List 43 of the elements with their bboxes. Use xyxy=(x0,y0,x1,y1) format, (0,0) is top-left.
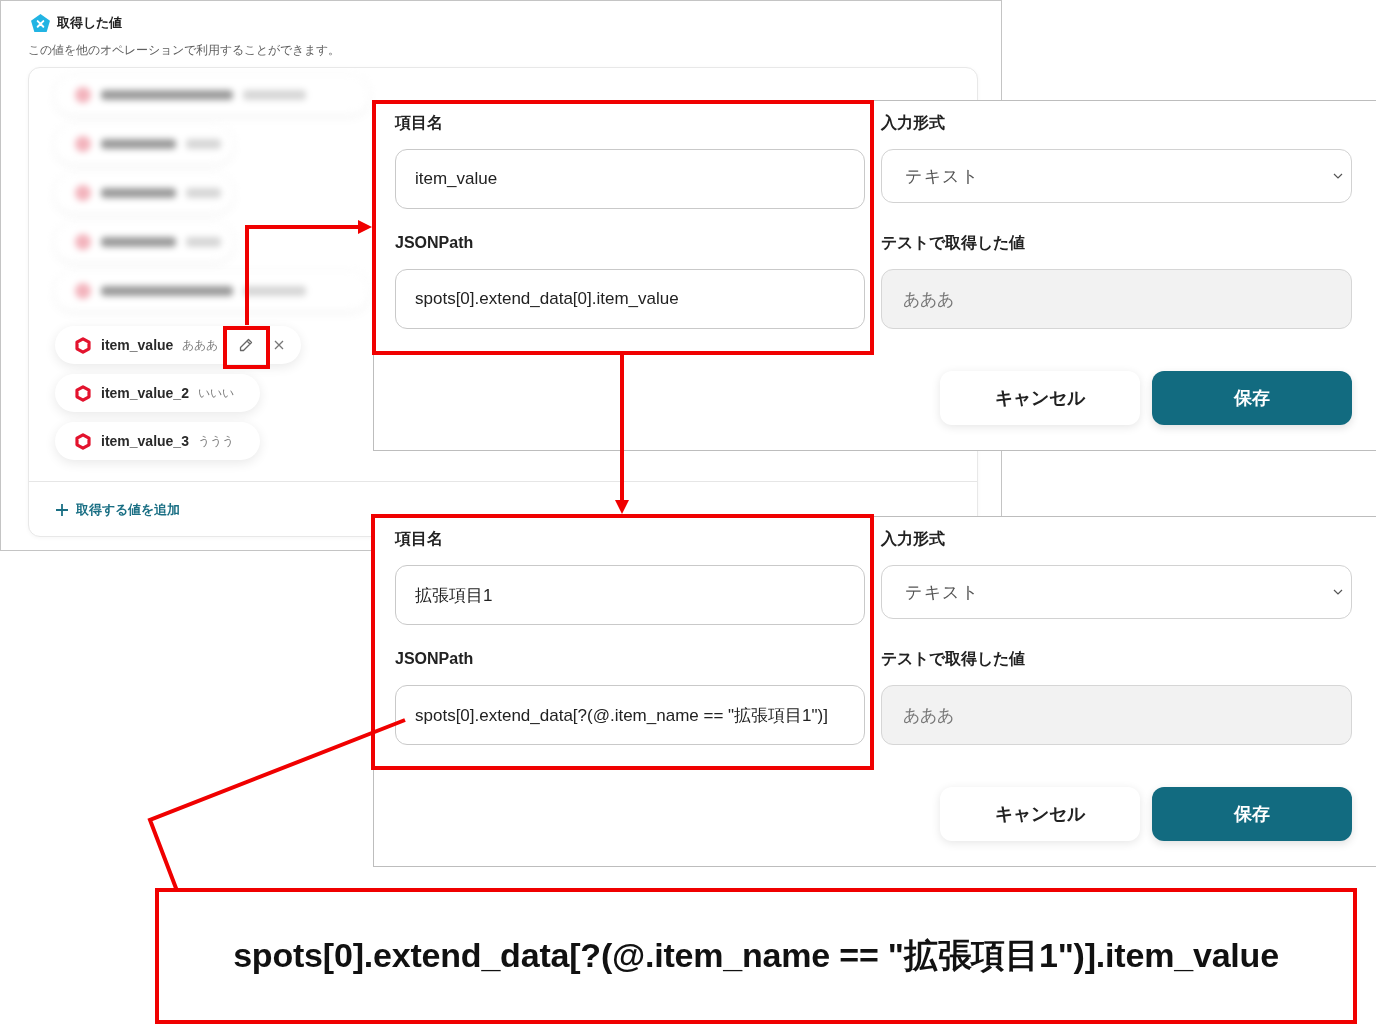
field-label: 入力形式 xyxy=(881,529,945,549)
field-label: JSONPath xyxy=(395,233,474,253)
item-name-field[interactable]: 拡張項目1 xyxy=(395,565,865,625)
cancel-button[interactable]: キャンセル xyxy=(940,787,1140,841)
field-label: 項目名 xyxy=(395,113,443,133)
save-button[interactable]: 保存 xyxy=(1152,787,1352,841)
pencil-icon[interactable] xyxy=(239,338,254,352)
cancel-button[interactable]: キャンセル xyxy=(940,371,1140,425)
hexagon-icon xyxy=(75,336,91,354)
add-value-button[interactable]: 取得する値を追加 xyxy=(56,501,180,519)
panel-description: この値を他のオペレーションで利用することができます。 xyxy=(28,42,341,58)
field-label: 入力形式 xyxy=(881,113,945,133)
field-label: JSONPath xyxy=(395,649,474,669)
chip-name: item_value xyxy=(101,337,174,353)
panel-title: 取得した値 xyxy=(57,14,122,32)
chip-name: item_value_2 xyxy=(101,385,189,401)
item-name-field[interactable]: item_value xyxy=(395,149,865,209)
jsonpath-field[interactable]: spots[0].extend_data[?(@.item_name == "拡張項目1")] xyxy=(395,685,865,745)
field-label: 項目名 xyxy=(395,529,443,549)
value-chip[interactable]: item_value_2 いいい xyxy=(55,374,260,412)
save-button[interactable]: 保存 xyxy=(1152,371,1352,425)
jsonpath-callout-text: spots[0].extend_data[?(@.item_name == "拡張項目1")].item_value xyxy=(233,935,1279,976)
highlight-frame xyxy=(223,326,270,369)
input-type-select[interactable]: テキスト xyxy=(881,565,1352,619)
hexagon-icon xyxy=(75,432,91,450)
chip-value: いいい xyxy=(197,384,234,402)
select-value: テキスト xyxy=(905,581,979,604)
field-label: テストで取得した値 xyxy=(881,233,1025,253)
field-label: テストで取得した値 xyxy=(881,649,1025,669)
chip-name: item_value_3 xyxy=(101,433,189,449)
value-chip[interactable]: item_value あああ xyxy=(55,326,302,364)
hexagon-icon xyxy=(75,384,91,402)
jsonpath-field[interactable]: spots[0].extend_data[0].item_value xyxy=(395,269,865,329)
pentagon-x-icon xyxy=(31,14,50,32)
input-type-select[interactable]: テキスト xyxy=(881,149,1352,203)
chip-value: ううう xyxy=(197,432,234,450)
select-value: テキスト xyxy=(905,165,979,188)
chevron-down-icon xyxy=(1333,173,1343,179)
chevron-down-icon xyxy=(1333,589,1343,595)
plus-icon xyxy=(56,504,68,516)
value-chip[interactable]: item_value_3 ううう xyxy=(55,422,260,460)
chip-value: あああ xyxy=(182,336,219,354)
close-icon[interactable] xyxy=(274,340,285,350)
